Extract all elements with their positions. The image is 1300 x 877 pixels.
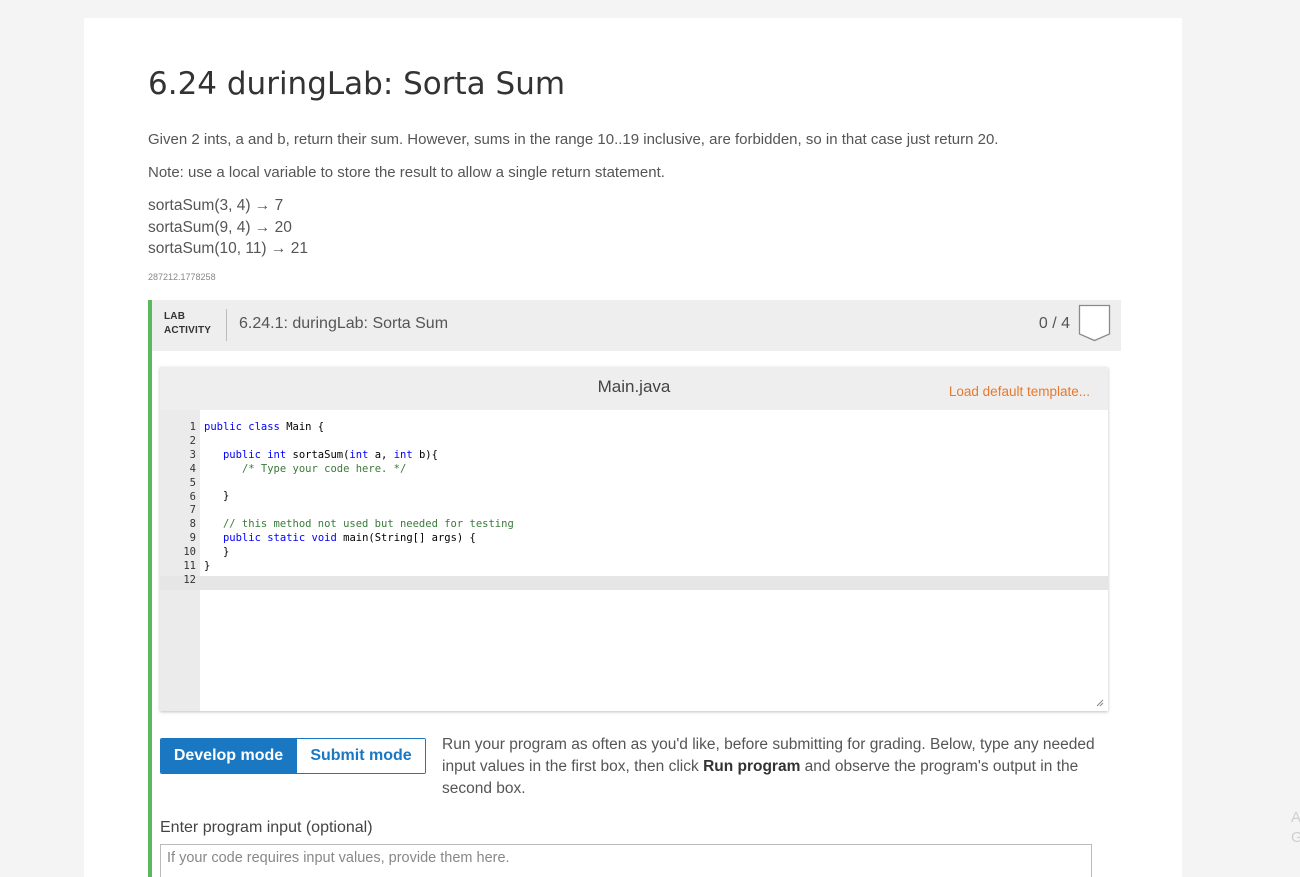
example-1: sortaSum(3, 4) → 7: [148, 197, 284, 214]
lab-tag-line2: ACTIVITY: [164, 325, 212, 336]
lab-activity-tag: LAB ACTIVITY: [164, 310, 211, 338]
problem-description: Given 2 ints, a and b, return their sum.…: [148, 131, 999, 148]
program-input-field[interactable]: [160, 844, 1092, 877]
code-line[interactable]: public class Main {: [204, 421, 514, 435]
line-number: 3: [189, 448, 196, 461]
program-input-label: Enter program input (optional): [160, 819, 373, 836]
line-number: 4: [189, 462, 196, 475]
code-line[interactable]: [204, 504, 514, 518]
edge-text-line1: A: [1291, 809, 1300, 826]
develop-mode-button[interactable]: Develop mode: [161, 739, 296, 773]
lab-header: LAB ACTIVITY 6.24.1: duringLab: Sorta Su…: [152, 300, 1121, 351]
mode-toggle: Develop mode Submit mode: [160, 738, 426, 774]
submit-mode-button[interactable]: Submit mode: [296, 739, 425, 773]
completion-badge-icon: [1078, 304, 1111, 342]
page-title: 6.24 duringLab: Sorta Sum: [148, 66, 566, 102]
run-program-emphasis: Run program: [703, 758, 801, 775]
code-line[interactable]: public int sortaSum(int a, int b){: [204, 449, 514, 463]
resource-id: 287212.1778258: [148, 272, 216, 282]
code-text[interactable]: public class Main { public int sortaSum(…: [204, 421, 514, 588]
code-line[interactable]: [204, 435, 514, 449]
lab-score: 0 / 4: [1038, 315, 1070, 332]
line-number: 7: [189, 504, 196, 517]
code-line[interactable]: }: [204, 546, 514, 560]
code-line[interactable]: }: [204, 490, 514, 504]
line-number: 11: [183, 560, 196, 573]
code-line[interactable]: [204, 477, 514, 491]
line-number: 9: [189, 532, 196, 545]
content-panel: 6.24 duringLab: Sorta Sum Given 2 ints, …: [84, 18, 1182, 877]
code-line[interactable]: /* Type your code here. */: [204, 463, 514, 477]
load-default-template-link[interactable]: Load default template...: [949, 384, 1090, 399]
lab-activity: LAB ACTIVITY 6.24.1: duringLab: Sorta Su…: [148, 300, 1121, 877]
line-number: 1: [189, 421, 196, 433]
lab-title: 6.24.1: duringLab: Sorta Sum: [239, 315, 449, 332]
lab-tag-line1: LAB: [164, 311, 186, 322]
problem-note: Note: use a local variable to store the …: [148, 164, 665, 181]
line-numbers: 1 2 3 4 5 6 7 8 9 10 11 12: [160, 421, 196, 588]
line-number: 5: [189, 476, 196, 489]
example-3: sortaSum(10, 11) → 21: [148, 240, 308, 257]
code-editor: Main.java Load default template... 12345…: [160, 367, 1108, 711]
line-number: 12: [183, 573, 196, 586]
examples-list: sortaSum(3, 4) → 7 sortaSum(9, 4) → 20 s…: [148, 195, 308, 260]
line-number: 8: [189, 518, 196, 531]
code-line[interactable]: }: [204, 560, 514, 574]
code-line[interactable]: // this method not used but needed for t…: [204, 518, 514, 532]
code-line[interactable]: public static void main(String[] args) {: [204, 532, 514, 546]
code-line[interactable]: [204, 574, 514, 588]
lab-header-divider: [226, 309, 227, 341]
line-number: 6: [189, 490, 196, 503]
line-number: 2: [189, 434, 196, 447]
edge-partial-text: A G: [1291, 808, 1300, 848]
line-number: 10: [183, 546, 196, 559]
example-2: sortaSum(9, 4) → 20: [148, 218, 292, 236]
resize-handle-icon[interactable]: [1096, 699, 1104, 707]
editor-header: Main.java Load default template...: [160, 367, 1108, 410]
mode-description: Run your program as often as you'd like,…: [442, 734, 1112, 800]
edge-text-line2: G: [1291, 829, 1300, 846]
